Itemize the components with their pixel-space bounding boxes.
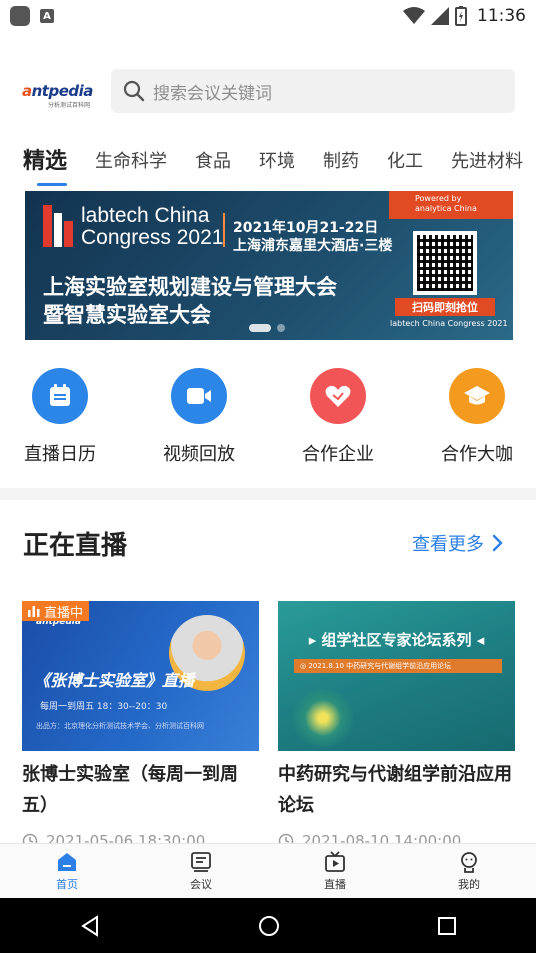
see-more-link[interactable]: 查看更多 (412, 530, 504, 556)
signal-icon (431, 7, 449, 25)
live-card-thumbnail: ▸ 组学社区专家论坛系列 ◂ ◎ 2021.8.10 中药研究与代谢组学前沿应用… (278, 601, 515, 751)
nav-profile[interactable]: 我的 (402, 844, 536, 898)
banner-brand-line2: Congress 2021 (81, 226, 224, 249)
recents-icon[interactable] (437, 916, 457, 936)
banner-footer: labtech China Congress 2021 (390, 319, 508, 328)
quick-nav: 直播日历 视频回放 合作企业 合作大咖 (0, 368, 536, 468)
nav-meeting[interactable]: 会议 (134, 844, 268, 898)
powered-line2: analytica China (415, 204, 477, 213)
live-section-title: 正在直播 (23, 531, 128, 561)
banner-title-line1: 上海实验室规划建设与管理大会 (43, 275, 337, 299)
meeting-icon (191, 851, 211, 872)
banner-date: 2021年10月21-22日 (233, 220, 379, 236)
graduation-cap-icon (449, 368, 505, 424)
live-card-title: 中药研究与代谢组学前沿应用论坛 (278, 764, 512, 816)
tab-food[interactable]: 食品 (195, 140, 231, 184)
carousel-indicator (249, 324, 285, 332)
live-badge: 直播中 (22, 601, 90, 621)
thumbnail-title: 《张博士实验室》直播 (34, 671, 195, 690)
profile-icon (461, 851, 477, 873)
banner-title-line2: 暨智慧实验室大会 (43, 303, 211, 327)
live-card[interactable]: ▸ 组学社区专家论坛系列 ◂ ◎ 2021.8.10 中药研究与代谢组学前沿应用… (278, 601, 515, 821)
carousel-dot-active[interactable] (249, 324, 271, 332)
banner-venue: 上海浦东嘉里大酒店·三楼 (233, 238, 393, 254)
live-card[interactable]: antpedia 《张博士实验室》直播 每周一到周五 18：30--20：30 … (22, 601, 259, 821)
logo-word: ntpedia (31, 82, 94, 100)
banner-divider (223, 213, 225, 247)
promo-banner[interactable]: labtech China Congress 2021 2021年10月21-2… (25, 191, 513, 340)
banner-brand-line1: labtech China (81, 204, 210, 227)
nav-label: 会议 (190, 877, 212, 891)
logo-subtitle: 分析测试百科网 (48, 102, 91, 109)
live-badge-label: 直播中 (44, 605, 84, 621)
tab-life-science[interactable]: 生命科学 (95, 140, 167, 184)
tab-chemical[interactable]: 化工 (387, 140, 423, 184)
thumbnail-schedule: 每周一到周五 18：30--20：30 (40, 702, 168, 712)
quick-nav-video-replay[interactable]: 视频回放 (144, 368, 254, 466)
molecule-graphic (288, 689, 358, 747)
keyboard-a-icon: A (40, 9, 54, 23)
chevron-right-icon (492, 534, 503, 552)
tab-environment[interactable]: 环境 (259, 140, 295, 184)
section-divider (0, 488, 536, 500)
nav-live[interactable]: 直播 (268, 844, 402, 898)
nav-label: 首页 (56, 877, 78, 891)
search-icon (123, 80, 145, 102)
carousel-dot[interactable] (277, 324, 285, 332)
handshake-icon (310, 368, 366, 424)
tab-featured[interactable]: 精选 (23, 140, 68, 186)
thumbnail-producer: 出品方：北京理化分析测试技术学会、分析测试百科网 (36, 722, 204, 730)
notification-app-icon (10, 6, 30, 26)
quick-nav-label: 视频回放 (163, 444, 235, 465)
search-input[interactable]: 搜索会议关键词 (111, 69, 515, 113)
thumbnail-subtitle: ◎ 2021.8.10 中药研究与代谢组学前沿应用论坛 (294, 659, 502, 673)
nav-home[interactable]: 首页 (0, 844, 134, 898)
nav-label: 我的 (458, 877, 480, 891)
video-icon (171, 368, 227, 424)
bottom-nav: 首页 会议 直播 我的 (0, 843, 536, 898)
logo-letter: a (22, 82, 32, 100)
see-more-label: 查看更多 (412, 534, 484, 555)
home-icon (58, 852, 76, 871)
powered-line1: Powered by (415, 194, 462, 203)
banner-powered-by: Powered by analytica China (389, 191, 513, 219)
antpedia-logo[interactable]: antpedia 分析测试百科网 (22, 74, 94, 109)
home-circle-icon[interactable] (258, 915, 280, 937)
category-tabs: 精选 生命科学 食品 环境 制药 化工 先进材料 (0, 140, 536, 190)
live-bars-icon (28, 606, 40, 617)
thumbnail-title: ▸ 组学社区专家论坛系列 ◂ (308, 630, 485, 649)
live-card-thumbnail: antpedia 《张博士实验室》直播 每周一到周五 18：30--20：30 … (22, 601, 259, 751)
nav-label: 直播 (324, 877, 346, 891)
battery-icon (455, 6, 467, 26)
search-placeholder: 搜索会议关键词 (153, 83, 272, 104)
system-nav-bar (0, 898, 536, 953)
tab-advanced-materials[interactable]: 先进材料 (451, 140, 523, 184)
quick-nav-label: 合作企业 (302, 444, 374, 465)
wifi-icon (403, 7, 425, 24)
quick-nav-label: 直播日历 (24, 444, 96, 465)
quick-nav-partners[interactable]: 合作企业 (283, 368, 393, 466)
calendar-icon (32, 368, 88, 424)
live-icon (325, 850, 345, 872)
quick-nav-experts[interactable]: 合作大咖 (422, 368, 532, 466)
tab-pharma[interactable]: 制药 (323, 140, 359, 184)
labtech-logo-mark (43, 205, 73, 247)
status-bar: A 11:36 (0, 0, 536, 32)
qr-code (413, 231, 477, 295)
app-header: antpedia 分析测试百科网 搜索会议关键词 (0, 60, 536, 122)
live-card-title: 张博士实验室（每周一到周五） (22, 764, 238, 816)
quick-nav-label: 合作大咖 (441, 444, 513, 465)
banner-scan-label: 扫码即刻抢位 (395, 298, 495, 316)
clock-time: 11:36 (477, 6, 526, 26)
quick-nav-live-calendar[interactable]: 直播日历 (5, 368, 115, 466)
back-icon[interactable] (79, 914, 101, 937)
